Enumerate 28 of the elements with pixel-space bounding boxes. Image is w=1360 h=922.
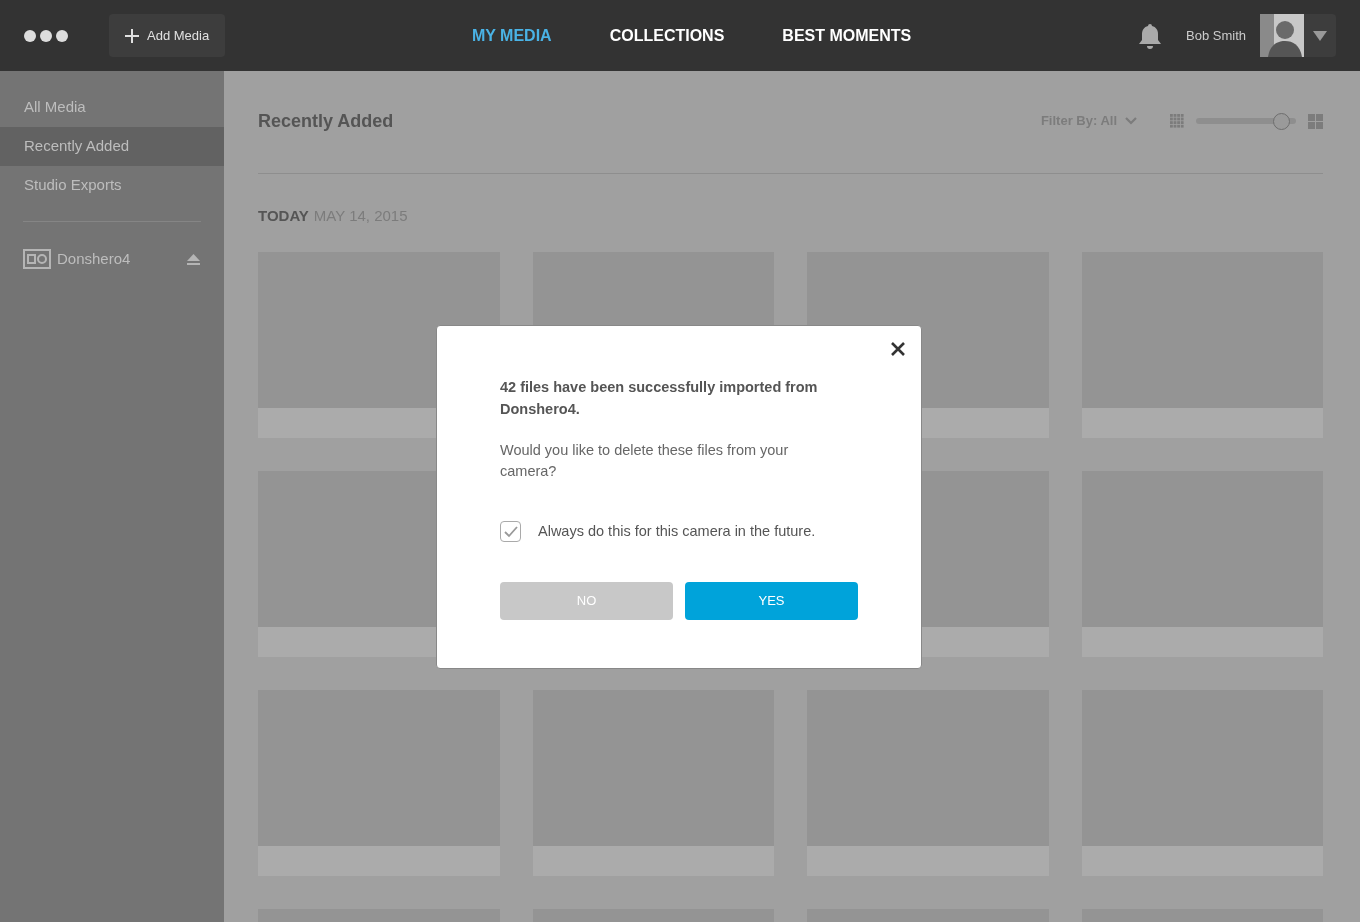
import-message: 42 files have been successfully imported from Donshero4. bbox=[500, 378, 819, 419]
slider-thumb[interactable] bbox=[1273, 112, 1290, 130]
checkmark-icon bbox=[503, 525, 518, 538]
large-grid-icon[interactable] bbox=[1308, 113, 1323, 129]
nav-tab[interactable]: COLLECTIONS bbox=[609, 23, 725, 48]
bell-icon[interactable] bbox=[1138, 22, 1162, 49]
close-icon[interactable] bbox=[891, 342, 905, 356]
camera-icon bbox=[23, 249, 51, 270]
zoom-slider[interactable] bbox=[1196, 112, 1296, 130]
eject-icon[interactable] bbox=[187, 253, 200, 265]
checkbox[interactable] bbox=[500, 521, 521, 543]
yes-button[interactable]: YES bbox=[685, 581, 858, 620]
page-title: Recently Added bbox=[258, 109, 395, 133]
checkbox-label: Always do this for this camera in the future. bbox=[538, 522, 816, 541]
chevron-down-icon bbox=[1125, 117, 1137, 125]
plus-icon bbox=[125, 28, 139, 43]
sidebar-item[interactable]: Recently Added bbox=[0, 127, 224, 166]
nav-tab[interactable]: MY MEDIA bbox=[471, 23, 552, 48]
nav-tab[interactable]: BEST MOMENTS bbox=[782, 23, 912, 48]
device-name[interactable]: Donshero4 bbox=[57, 248, 187, 271]
caret-icon bbox=[1313, 30, 1327, 41]
add-media-button[interactable]: Add Media bbox=[109, 14, 226, 57]
small-grid-icon[interactable] bbox=[1170, 114, 1184, 128]
user-name: Bob Smith bbox=[1186, 26, 1246, 45]
day-label: TODAY bbox=[258, 206, 309, 226]
delete-question: Would you like to delete these files from your camera? bbox=[500, 441, 790, 481]
user-menu-button[interactable] bbox=[1260, 14, 1336, 57]
menu-dots-icon[interactable] bbox=[24, 29, 68, 42]
